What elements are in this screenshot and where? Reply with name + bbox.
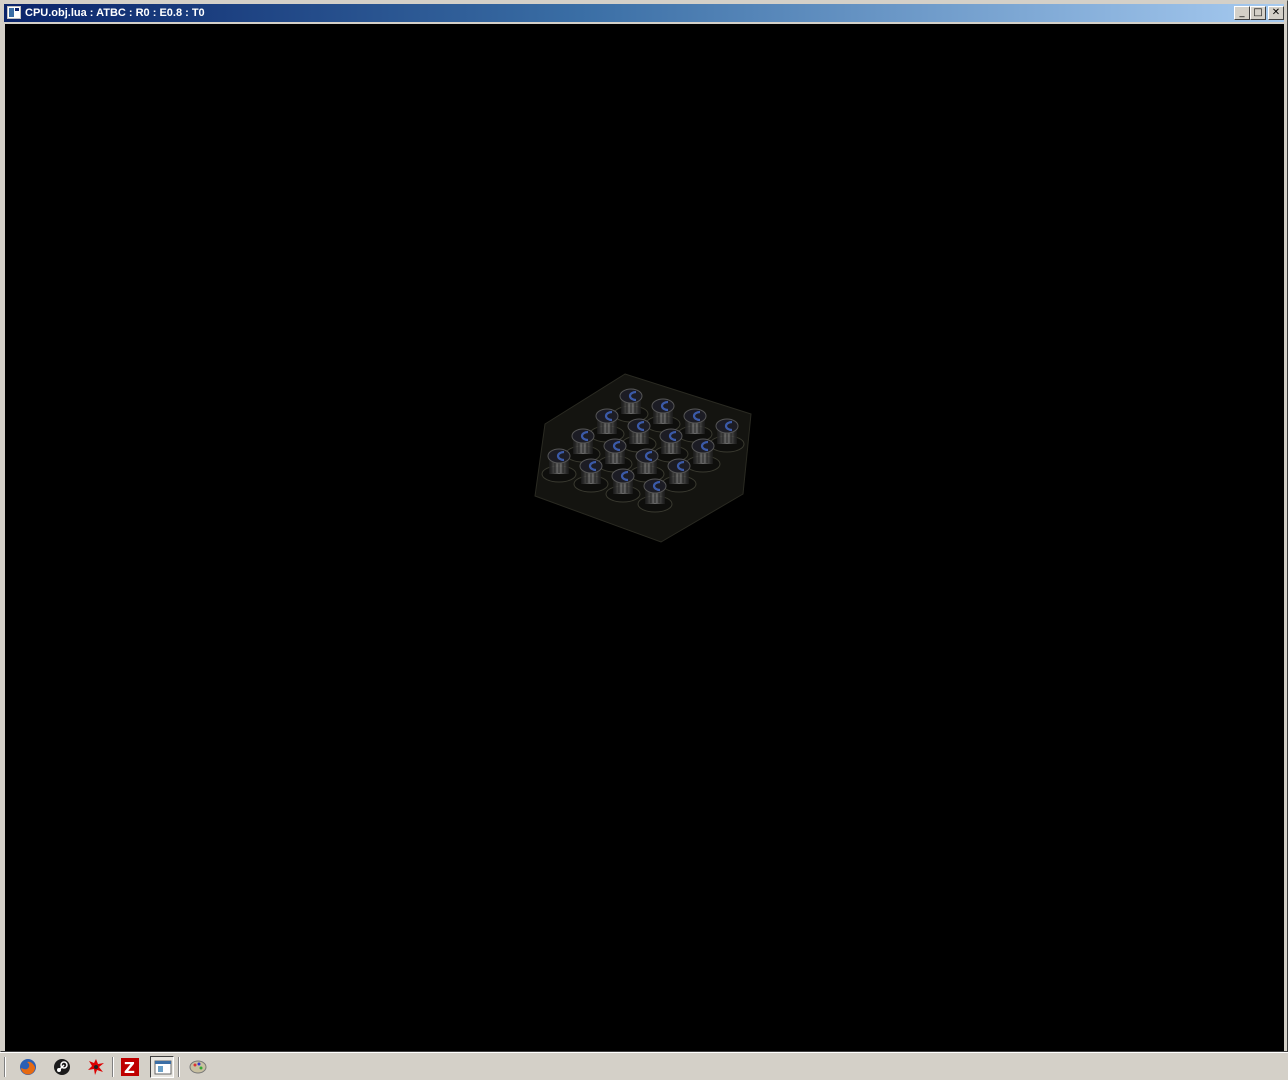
window-app-icon[interactable]	[150, 1056, 174, 1078]
taskbar-separator	[178, 1057, 180, 1077]
maximize-button[interactable]: □	[1250, 6, 1266, 20]
close-button[interactable]: ✕	[1268, 6, 1284, 20]
palette-app-icon[interactable]	[186, 1056, 210, 1078]
steam-icon[interactable]	[50, 1056, 74, 1078]
firefox-icon[interactable]	[16, 1056, 40, 1078]
red-splat-app-icon[interactable]	[84, 1056, 108, 1078]
application-window: CPU.obj.lua : ATBC : R0 : E0.8 : T0 _ □ …	[0, 0, 1288, 1052]
minimize-button[interactable]: _	[1234, 6, 1250, 20]
title-bar[interactable]: CPU.obj.lua : ATBC : R0 : E0.8 : T0 _ □ …	[4, 4, 1284, 22]
filezilla-icon[interactable]: Z	[118, 1056, 142, 1078]
cpu-grid-model	[534, 373, 752, 543]
taskbar-separator	[4, 1057, 6, 1077]
taskbar-separator	[112, 1057, 114, 1077]
svg-text:Z: Z	[124, 1059, 135, 1076]
render-viewport[interactable]	[5, 24, 1284, 1051]
app-window-icon[interactable]	[7, 6, 21, 19]
window-title: CPU.obj.lua : ATBC : R0 : E0.8 : T0	[25, 7, 205, 19]
taskbar: Z	[0, 1052, 1288, 1080]
